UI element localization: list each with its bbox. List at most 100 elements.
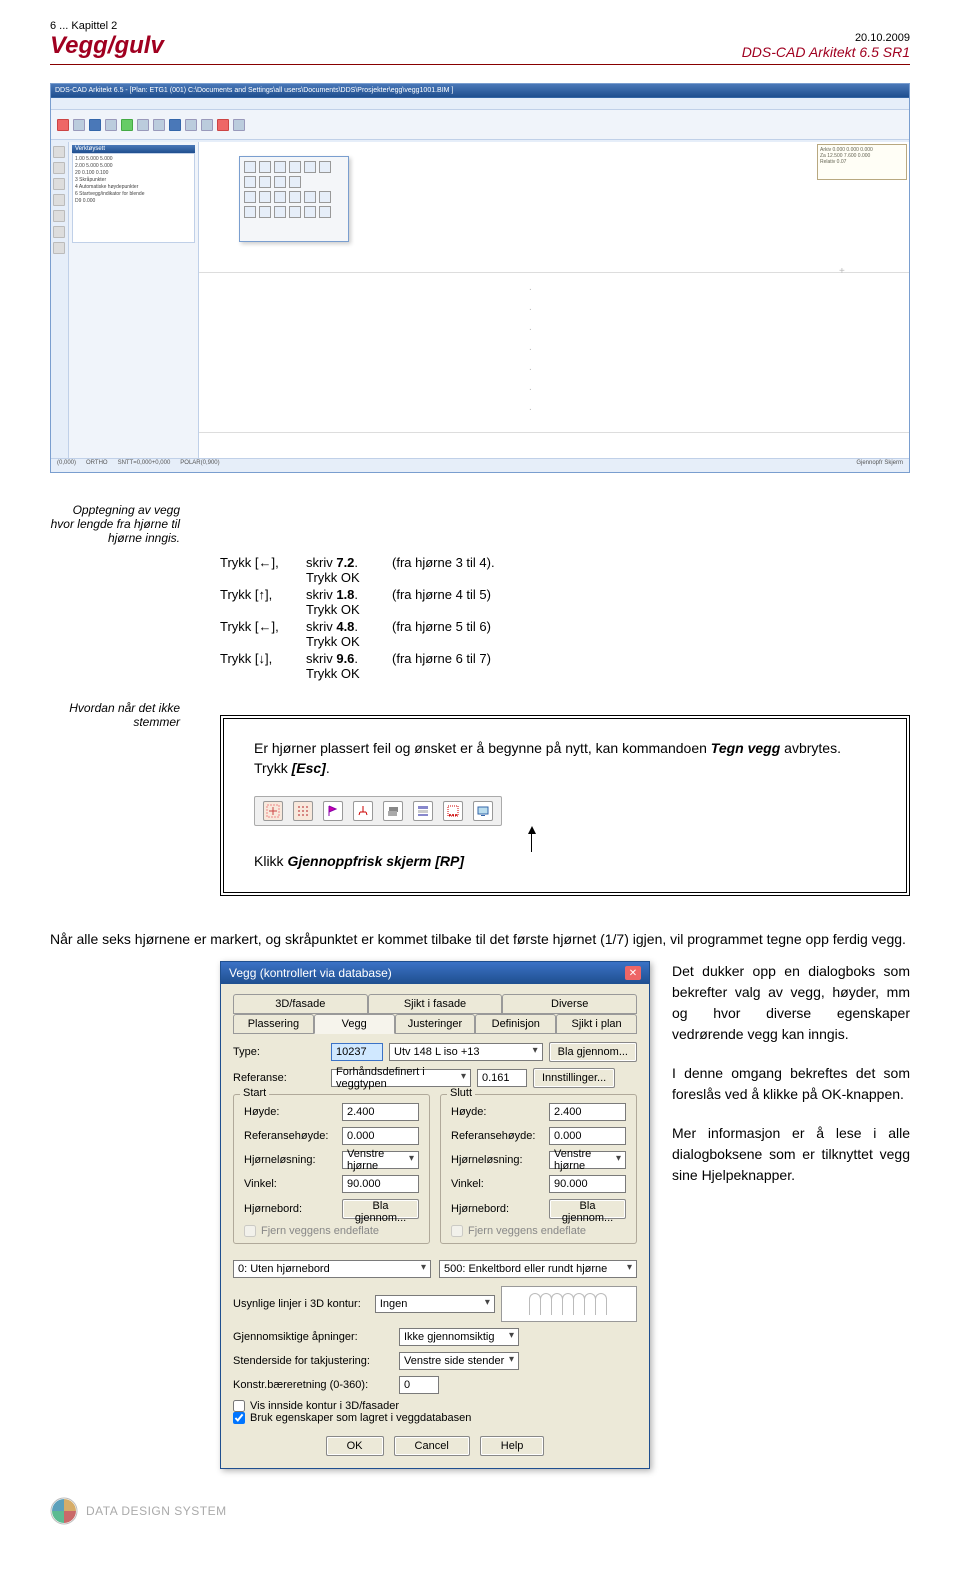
panel-line: 4 Automatiske høydepunkter bbox=[75, 184, 192, 191]
status-segment: ORTHO bbox=[86, 460, 108, 471]
panel-line: 6 Startvegg/indikator for blende bbox=[75, 191, 192, 198]
tab-vegg[interactable]: Vegg bbox=[314, 1014, 395, 1034]
panel-line: 2.00 5.000 5.000 bbox=[75, 163, 192, 170]
start-legend: Start bbox=[240, 1087, 269, 1099]
toolbar-icon bbox=[153, 119, 165, 131]
status-segment: SNTT=0,000+0,000 bbox=[118, 460, 171, 471]
tab-3d-fasade[interactable]: 3D/fasade bbox=[233, 994, 368, 1014]
side-paragraphs: Det dukker opp en dialogboks som bekreft… bbox=[672, 961, 910, 1204]
ref-height-field[interactable]: 0.000 bbox=[549, 1127, 626, 1145]
height-field[interactable]: 2.400 bbox=[549, 1103, 626, 1121]
side-para: Det dukker opp en dialogboks som bekreft… bbox=[672, 961, 910, 1045]
toolbar-icon bbox=[217, 119, 229, 131]
start-fieldset: Start Høyde:2.400 Referansehøyde:0.000 H… bbox=[233, 1094, 430, 1244]
status-segment: POLAR(0,900) bbox=[180, 460, 219, 471]
toolbar-icon bbox=[73, 119, 85, 131]
end-fieldset: Slutt Høyde:2.400 Referansehøyde:0.000 H… bbox=[440, 1094, 637, 1244]
panel-title: Verktøysett bbox=[72, 145, 195, 153]
app-left-toolstrip bbox=[51, 142, 69, 458]
app-canvas: Arkiv 0.000 0.000 0.000 Za 12.500 7.600 … bbox=[199, 142, 909, 458]
div-right-dropdown[interactable]: 500: Enkeltbord eller rundt hjørne bbox=[439, 1260, 637, 1278]
body-paragraph: Når alle seks hjørnene er markert, og sk… bbox=[50, 930, 910, 950]
settings-button[interactable]: Innstillinger... bbox=[533, 1068, 615, 1088]
remove-endflate-check[interactable]: Fjern veggens endeflate bbox=[244, 1225, 419, 1237]
callout-paragraph: Klikk Gjennoppfrisk skjerm [RP] bbox=[254, 852, 876, 872]
callout-paragraph: Er hjørner plassert feil og ønsket er å … bbox=[254, 739, 876, 778]
browse-button[interactable]: Bla gjennom... bbox=[549, 1042, 637, 1062]
ref-height-field[interactable]: 0.000 bbox=[342, 1127, 419, 1145]
angle-field[interactable]: 90.000 bbox=[549, 1175, 626, 1193]
margin-note: Hvordan når det ikke stemmer bbox=[50, 701, 180, 729]
bruk-egenskaper-check[interactable]: Bruk egenskaper som lagret i veggdatabas… bbox=[233, 1412, 637, 1424]
tab-justeringer[interactable]: Justeringer bbox=[395, 1014, 476, 1034]
reference-num-field[interactable]: 0.161 bbox=[477, 1069, 527, 1087]
corner-dropdown[interactable]: Venstre hjørne bbox=[549, 1151, 626, 1169]
pattern-preview bbox=[501, 1286, 637, 1322]
cornerbord-label: Hjørnebord: bbox=[451, 1203, 543, 1215]
key-result: (fra hjørne 3 til 4). bbox=[392, 555, 495, 585]
close-icon[interactable]: ✕ bbox=[625, 966, 641, 980]
key-combo: Trykk [←], bbox=[220, 555, 300, 585]
key-step: Trykk [↑], skriv 1.8. Trykk OK (fra hjør… bbox=[220, 587, 910, 617]
key-result: (fra hjørne 6 til 7) bbox=[392, 651, 491, 681]
screen-icon bbox=[473, 801, 493, 821]
remove-endflate-check[interactable]: Fjern veggens endeflate bbox=[451, 1225, 626, 1237]
toolbar-icon bbox=[137, 119, 149, 131]
key-step: Trykk [↓], skriv 9.6. Trykk OK (fra hjør… bbox=[220, 651, 910, 681]
wall-dialog: Vegg (kontrollert via database) ✕ 3D/fas… bbox=[220, 961, 650, 1469]
help-button[interactable]: Help bbox=[480, 1436, 545, 1456]
product-name: DDS-CAD Arkitekt 6.5 SR1 bbox=[742, 44, 910, 60]
tab-plassering[interactable]: Plassering bbox=[233, 1014, 314, 1034]
side-para: I denne omgang bekreftes det som foreslå… bbox=[672, 1063, 910, 1105]
toolbar-icon bbox=[169, 119, 181, 131]
angle-field[interactable]: 90.000 bbox=[342, 1175, 419, 1193]
coord-line: Relativ 0.07 bbox=[820, 159, 904, 165]
usynlige-dropdown[interactable]: Ingen bbox=[375, 1295, 495, 1313]
key-command: skriv 1.8. Trykk OK bbox=[306, 587, 386, 617]
dialog-body: 3D/fasade Sjikt i fasade Diverse Plasser… bbox=[221, 984, 649, 1468]
konstr-field[interactable]: 0 bbox=[399, 1376, 439, 1394]
dialog-titlebar: Vegg (kontrollert via database) ✕ bbox=[221, 962, 649, 984]
expand-icon bbox=[263, 801, 283, 821]
app-screenshot: DDS-CAD Arkitekt 6.5 - [Plan: ETG1 (001)… bbox=[50, 83, 910, 473]
type-desc-dropdown[interactable]: Utv 148 L iso +13 bbox=[389, 1043, 543, 1061]
dialog-title: Vegg (kontrollert via database) bbox=[229, 966, 392, 980]
panel-line: 1.00 5.000 5.000 bbox=[75, 156, 192, 163]
type-code-field[interactable]: 10237 bbox=[331, 1043, 383, 1061]
div-left-dropdown[interactable]: 0: Uten hjørnebord bbox=[233, 1260, 431, 1278]
page-header: 6 ... Kapittel 2 Vegg/gulv 20.10.2009 DD… bbox=[50, 20, 910, 65]
header-left: 6 ... Kapittel 2 Vegg/gulv bbox=[50, 20, 164, 60]
app-side-panel: Verktøysett 1.00 5.000 5.000 2.00 5.000 … bbox=[69, 142, 199, 458]
layer-icon bbox=[383, 801, 403, 821]
height-label: Høyde: bbox=[451, 1106, 543, 1118]
reference-label: Referanse: bbox=[233, 1072, 325, 1084]
konstr-label: Konstr.bæreretning (0-360): bbox=[233, 1379, 393, 1391]
cornerbord-button[interactable]: Bla gjennom... bbox=[342, 1199, 419, 1219]
tab-definisjon[interactable]: Definisjon bbox=[475, 1014, 556, 1034]
framed-callout: Er hjørner plassert feil og ønsket er å … bbox=[220, 715, 910, 896]
corner-label: Hjørneløsning: bbox=[451, 1154, 543, 1166]
tab-diverse[interactable]: Diverse bbox=[502, 994, 637, 1014]
tab-row-upper: 3D/fasade Sjikt i fasade Diverse bbox=[233, 994, 637, 1014]
vis-innside-check[interactable]: Vis innside kontur i 3D/fasader bbox=[233, 1400, 637, 1412]
ok-button[interactable]: OK bbox=[326, 1436, 384, 1456]
toolbar-icon bbox=[89, 119, 101, 131]
app-menubar bbox=[51, 98, 909, 110]
tab-sjikt-fasade[interactable]: Sjikt i fasade bbox=[368, 994, 503, 1014]
header-right: 20.10.2009 DDS-CAD Arkitekt 6.5 SR1 bbox=[742, 32, 910, 60]
tab-sjikt-plan[interactable]: Sjikt i plan bbox=[556, 1014, 637, 1034]
cornerbord-button[interactable]: Bla gjennom... bbox=[549, 1199, 626, 1219]
key-command: skriv 9.6. Trykk OK bbox=[306, 651, 386, 681]
dialog-and-text: Vegg (kontrollert via database) ✕ 3D/fas… bbox=[220, 961, 910, 1469]
coordinates-box: Arkiv 0.000 0.000 0.000 Za 12.500 7.600 … bbox=[817, 144, 907, 180]
toolbar-icon bbox=[57, 119, 69, 131]
stender-dropdown[interactable]: Venstre side stender bbox=[399, 1352, 519, 1370]
reference-dropdown[interactable]: Forhåndsdefinert i veggtypen bbox=[331, 1069, 471, 1087]
height-field[interactable]: 2.400 bbox=[342, 1103, 419, 1121]
panel-line: 20 0.100 0.100 bbox=[75, 170, 192, 177]
gjennom-dropdown[interactable]: Ikke gjennomsiktig bbox=[399, 1328, 519, 1346]
panel-line: D9 0.000 bbox=[75, 198, 192, 205]
key-result: (fra hjørne 5 til 6) bbox=[392, 619, 491, 649]
cancel-button[interactable]: Cancel bbox=[394, 1436, 470, 1456]
corner-dropdown[interactable]: Venstre hjørne bbox=[342, 1151, 419, 1169]
